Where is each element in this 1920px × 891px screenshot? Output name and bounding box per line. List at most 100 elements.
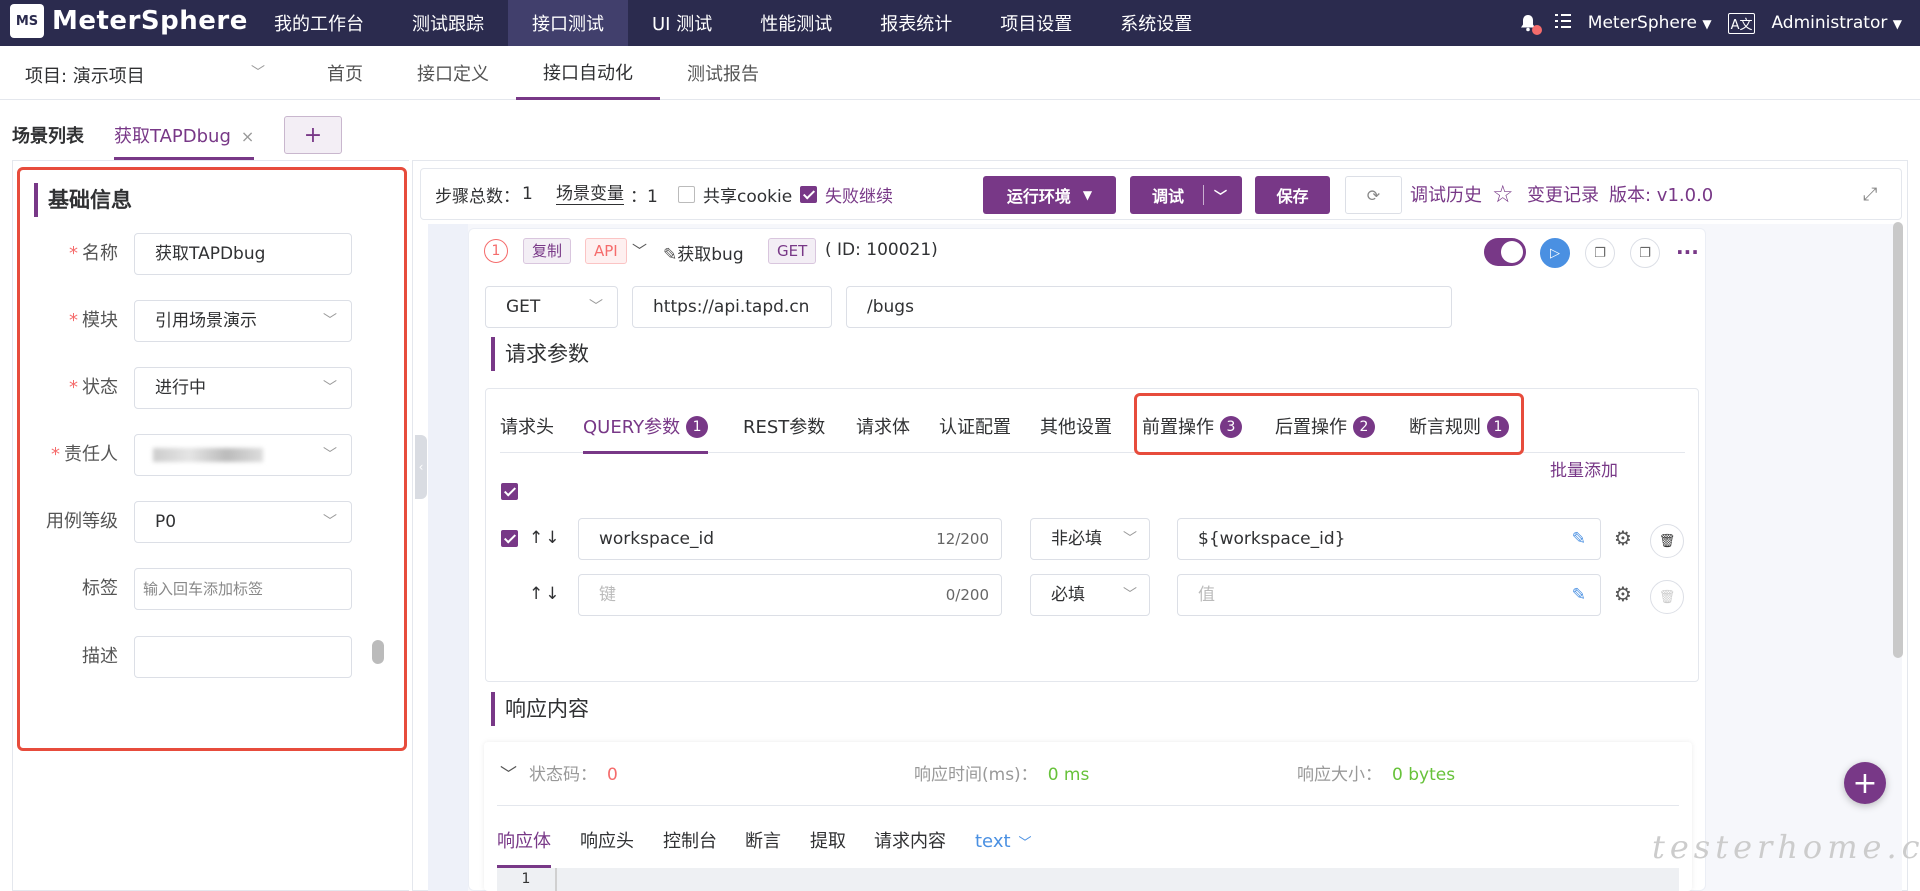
- request-params-title: 请求参数: [491, 337, 589, 371]
- subnav-home[interactable]: 首页: [300, 46, 390, 100]
- param-key-input[interactable]: 键 0/200: [578, 574, 1002, 616]
- change-log-link[interactable]: 变更记录: [1527, 168, 1599, 220]
- language-icon[interactable]: A文: [1727, 12, 1756, 34]
- watermark: testerhome.com: [1652, 828, 1920, 866]
- tab-request-headers[interactable]: 请求头: [500, 412, 554, 454]
- step-name[interactable]: ✎获取bug: [663, 240, 744, 265]
- user-menu[interactable]: Administrator ▼: [1771, 13, 1902, 33]
- project-selector[interactable]: 项目: 演示项目 ﹀: [25, 62, 265, 88]
- app-logo[interactable]: MS MeterSphere: [10, 4, 248, 38]
- settings-icon[interactable]: ⚙: [1614, 526, 1632, 550]
- debug-history-link[interactable]: 调试历史: [1410, 168, 1482, 220]
- param-value-input[interactable]: ${workspace_id} ✎: [1177, 518, 1601, 560]
- scenario-variables[interactable]: 场景变量 ：1: [556, 168, 658, 220]
- edit-icon[interactable]: ✎: [1572, 519, 1586, 559]
- subnav-api-automation[interactable]: 接口自动化: [516, 46, 660, 100]
- tags-input[interactable]: 输入回车添加标签: [134, 568, 352, 610]
- refresh-button[interactable]: ⟳: [1345, 176, 1402, 214]
- chevron-down-icon: ﹀: [589, 299, 603, 315]
- tab-request-content[interactable]: 请求内容: [874, 828, 946, 868]
- response-size: 响应大小： 0 bytes: [1297, 765, 1456, 785]
- vertical-scrollbar[interactable]: [1893, 222, 1903, 658]
- format-select[interactable]: text ﹀: [975, 828, 1032, 868]
- method-tag: GET: [768, 238, 817, 264]
- tab-current-scenario[interactable]: 获取TAPDbug ×: [114, 122, 255, 160]
- run-step-icon[interactable]: ▷: [1540, 238, 1570, 268]
- tab-response-body[interactable]: 响应体: [497, 828, 551, 868]
- case-level-select[interactable]: P0 ﹀: [134, 501, 352, 543]
- select-all-checkbox[interactable]: [501, 483, 518, 500]
- method-select[interactable]: GET ﹀: [485, 286, 618, 328]
- param-key-input[interactable]: workspace_id 12/200: [578, 518, 1002, 560]
- tab-rest-params[interactable]: REST参数: [743, 412, 825, 454]
- copy-icon[interactable]: ❐: [1585, 238, 1615, 268]
- nav-item-performance-test[interactable]: 性能测试: [736, 0, 856, 46]
- chevron-down-icon[interactable]: ﹀: [632, 240, 647, 261]
- module-select[interactable]: 引用场景演示 ﹀: [134, 300, 352, 342]
- edit-icon[interactable]: ✎: [1572, 575, 1586, 615]
- more-options-icon[interactable]: ···: [1676, 240, 1699, 264]
- domain-input[interactable]: https://api.tapd.cn: [632, 286, 832, 328]
- sort-arrows-icon[interactable]: ↑↓: [529, 584, 562, 604]
- chevron-down-icon: ﹀: [323, 380, 337, 396]
- subnav-api-definition[interactable]: 接口定义: [390, 46, 516, 100]
- debug-split-button[interactable]: 调试 ﹀: [1130, 176, 1242, 214]
- owner-select[interactable]: ﹀: [134, 434, 352, 476]
- sub-navigation: 首页 接口定义 接口自动化 测试报告: [300, 46, 786, 100]
- settings-icon[interactable]: ⚙: [1614, 582, 1632, 606]
- sort-arrows-icon[interactable]: ↑↓: [529, 528, 562, 548]
- tab-other-settings[interactable]: 其他设置: [1040, 412, 1112, 454]
- field-name: * 名称 获取TAPDbug: [28, 233, 388, 275]
- delete-icon[interactable]: 🗑: [1650, 524, 1684, 558]
- duplicate-icon[interactable]: ❐: [1630, 238, 1660, 268]
- add-tab-button[interactable]: +: [284, 116, 342, 154]
- tab-response-headers[interactable]: 响应头: [580, 828, 634, 868]
- required-select[interactable]: 必填 ﹀: [1030, 574, 1150, 616]
- workspace-switcher[interactable]: MeterSphere ▼: [1588, 13, 1712, 33]
- tab-extract[interactable]: 提取: [810, 828, 846, 868]
- plus-icon: +: [1852, 765, 1878, 801]
- tab-request-body[interactable]: 请求体: [856, 412, 910, 454]
- share-cookie-checkbox[interactable]: 共享cookie: [678, 168, 792, 220]
- version-label[interactable]: 版本: v1.0.0: [1609, 168, 1713, 220]
- bulk-add-link[interactable]: 批量添加: [1550, 456, 1618, 481]
- name-input[interactable]: 获取TAPDbug: [134, 233, 352, 275]
- fail-continue-checkbox[interactable]: 失败继续: [800, 168, 893, 220]
- bell-icon[interactable]: [1518, 13, 1542, 35]
- subnav-test-report[interactable]: 测试报告: [660, 46, 786, 100]
- nav-item-test-track[interactable]: 测试跟踪: [388, 0, 508, 46]
- close-icon[interactable]: ×: [241, 127, 254, 146]
- nav-item-project-settings[interactable]: 项目设置: [976, 0, 1096, 46]
- nav-item-reports[interactable]: 报表统计: [856, 0, 976, 46]
- nav-item-ui-test[interactable]: UI 测试: [628, 0, 736, 46]
- tab-scenario-list[interactable]: 场景列表: [12, 122, 84, 148]
- nav-item-workbench[interactable]: 我的工作台: [250, 0, 388, 46]
- tab-assertion-results[interactable]: 断言: [745, 828, 781, 868]
- highlight-box-processor-tabs: [1134, 393, 1524, 455]
- chevron-down-icon: ﹀: [323, 514, 337, 530]
- code-editor[interactable]: 1: [497, 868, 1679, 891]
- tab-query-params[interactable]: QUERY参数 1: [583, 412, 709, 454]
- nav-item-api-test[interactable]: 接口测试: [508, 0, 628, 46]
- caret-down-icon: ▼: [1702, 17, 1712, 31]
- add-step-button[interactable]: +: [1844, 762, 1886, 804]
- status-select[interactable]: 进行中 ﹀: [134, 367, 352, 409]
- path-input[interactable]: /bugs: [846, 286, 1452, 328]
- save-button[interactable]: 保存: [1255, 176, 1330, 214]
- star-icon[interactable]: ☆: [1492, 168, 1514, 220]
- task-list-icon[interactable]: [1554, 13, 1572, 34]
- fullscreen-icon[interactable]: ⤢: [1863, 168, 1877, 220]
- logo-mark-icon: MS: [10, 4, 44, 38]
- step-enable-toggle[interactable]: [1484, 238, 1526, 266]
- tab-auth-config[interactable]: 认证配置: [939, 412, 1011, 454]
- row-checkbox[interactable]: [501, 530, 518, 547]
- chevron-down-icon[interactable]: ﹀: [1214, 186, 1227, 205]
- run-environment-button[interactable]: 运行环境 ▼: [983, 176, 1116, 214]
- required-select[interactable]: 非必填 ﹀: [1030, 518, 1150, 560]
- param-value-input[interactable]: 值 ✎: [1177, 574, 1601, 616]
- textarea-scrollbar[interactable]: [372, 640, 384, 664]
- tab-console[interactable]: 控制台: [663, 828, 717, 868]
- chevron-down-icon[interactable]: ﹀: [500, 765, 517, 785]
- nav-item-system-settings[interactable]: 系统设置: [1096, 0, 1216, 46]
- description-textarea[interactable]: [134, 636, 352, 678]
